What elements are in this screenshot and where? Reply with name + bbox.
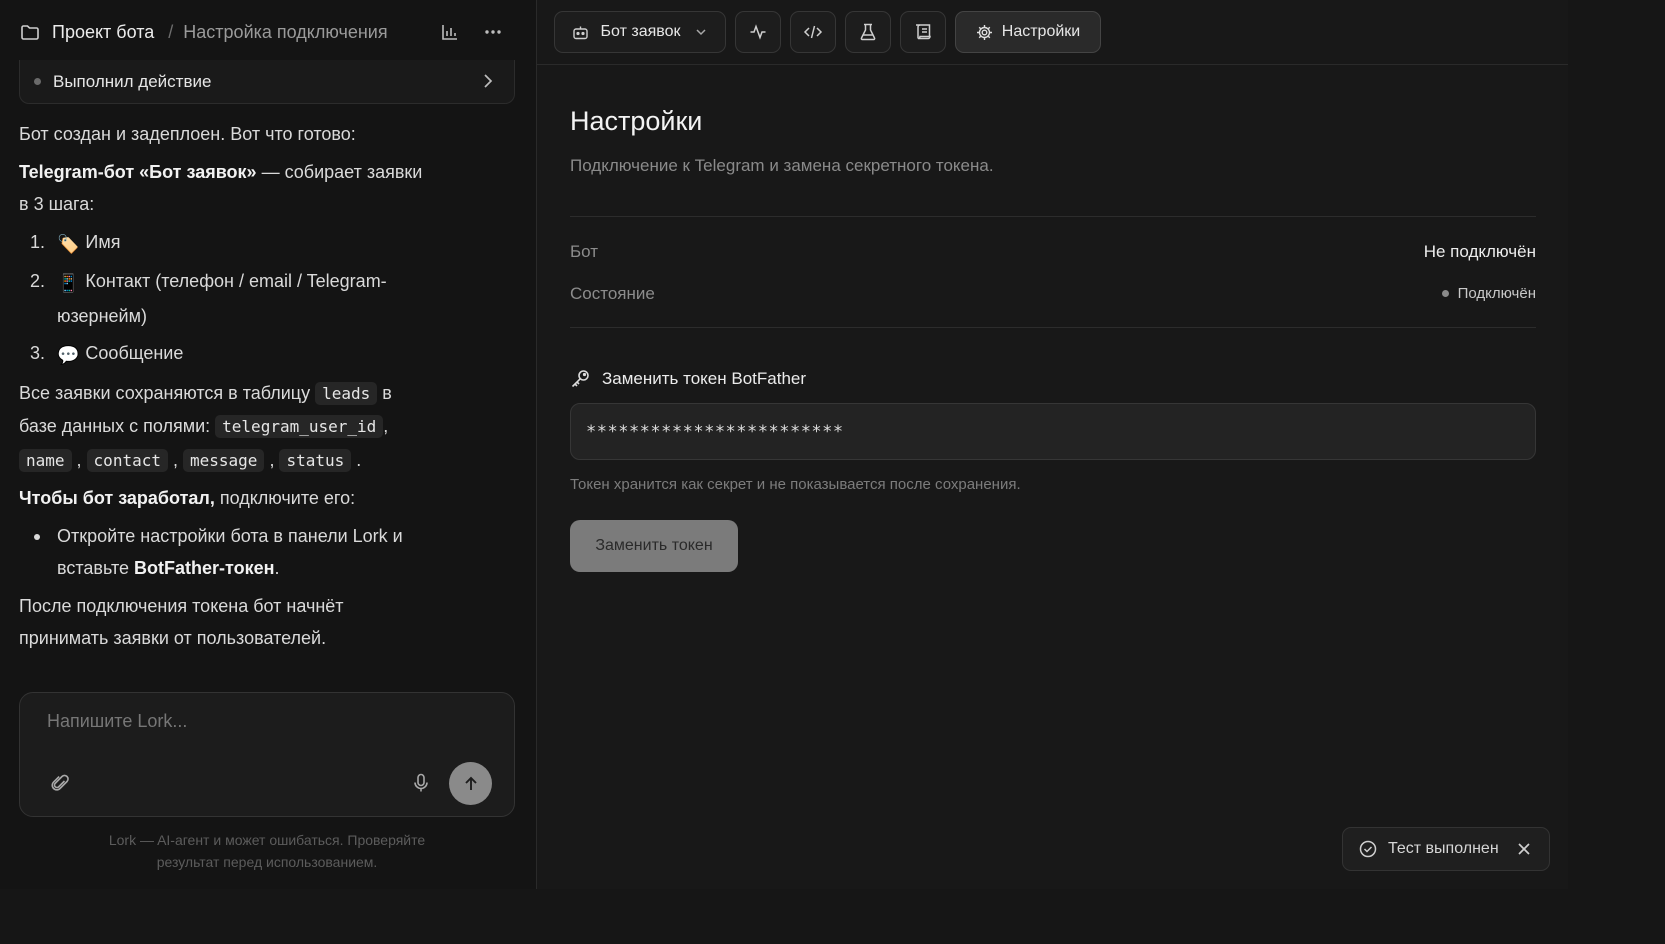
message-storage: Все заявки сохраняются в таблицу leads в… xyxy=(19,381,392,472)
state-row-label: Состояние xyxy=(570,284,655,303)
status-dot xyxy=(1441,290,1449,297)
tab-settings-label: Настройки xyxy=(1001,23,1081,40)
gear-icon xyxy=(976,24,992,40)
settings-panel: Бот заявок Настройки Настройки Подключен… xyxy=(537,0,1568,889)
disclaimer: Lork — AI-агент и может ошибаться. Прове… xyxy=(108,832,426,870)
flask-icon xyxy=(860,23,876,41)
breadcrumb-page[interactable]: Настройка подключения xyxy=(183,22,387,43)
paperclip-icon[interactable] xyxy=(50,773,70,793)
composer-placeholder[interactable]: Напишите Lork... xyxy=(47,711,187,732)
action-card[interactable]: Выполнил действие xyxy=(19,60,515,104)
breadcrumb-separator: / xyxy=(168,21,174,42)
message-connect: Чтобы бот заработал, подключите его: xyxy=(19,488,356,508)
divider xyxy=(570,216,1536,217)
replace-token-button[interactable]: Заменить токен xyxy=(570,520,738,572)
assistant-message: Бот создан и задеплоен. Вот что готово: … xyxy=(19,118,489,655)
list-item: 1. 🏷️ Имя xyxy=(19,226,489,261)
activity-icon xyxy=(750,24,766,40)
token-hint: Токен хранится как секрет и не показывае… xyxy=(570,476,1021,493)
status-text: Подключён xyxy=(1457,285,1536,302)
chat-panel: Проект бота / Настройка подключения Выпо… xyxy=(0,0,537,889)
chevron-right-icon xyxy=(484,74,493,88)
message-bot-desc: Telegram-бот «Бот заявок» — собирает зая… xyxy=(19,161,423,215)
code-field: contact xyxy=(86,448,168,472)
message-intro: Бот создан и задеплоен. Вот что готово: xyxy=(19,124,356,144)
bot-title: Telegram-бот «Бот заявок» xyxy=(19,161,257,182)
scroll-icon xyxy=(916,24,931,40)
toolbar: Бот заявок Настройки xyxy=(537,0,1568,65)
code-field: message xyxy=(183,448,265,472)
divider xyxy=(570,327,1536,328)
bot-select-label: Бот заявок xyxy=(600,23,681,40)
page-subtitle: Подключение к Telegram и замена секретно… xyxy=(570,156,994,175)
toast-text: Тест выполнен xyxy=(1388,840,1499,857)
check-circle-icon xyxy=(1359,840,1377,858)
phone-icon: 📱 xyxy=(57,273,80,293)
key-icon xyxy=(571,370,589,388)
token-section-title: Заменить токен BotFather xyxy=(570,368,806,389)
more-icon[interactable] xyxy=(483,22,503,42)
chart-icon[interactable] xyxy=(440,22,460,42)
token-section-label: Заменить токен BotFather xyxy=(602,368,807,388)
bot-row-value: Не подключён xyxy=(1423,242,1536,261)
toast: Тест выполнен xyxy=(1342,827,1550,871)
bullet xyxy=(34,533,40,540)
action-card-label: Выполнил действие xyxy=(53,71,212,91)
breadcrumb-project[interactable]: Проект бота xyxy=(52,22,154,43)
message-composer[interactable]: Напишите Lork... xyxy=(19,692,515,817)
connect-list: Откройте настройки бота в панели Lork ив… xyxy=(19,520,489,585)
logs-button[interactable] xyxy=(900,11,946,53)
code-button[interactable] xyxy=(790,11,836,53)
steps-list: 1. 🏷️ Имя 2. 📱 Контакт (телефон / email / Te… xyxy=(19,226,489,372)
arrow-up-icon xyxy=(464,776,477,790)
code-table-name: leads xyxy=(315,381,378,405)
chat-header: Проект бота / Настройка подключения xyxy=(0,0,537,64)
speech-bubble-icon: 💬 xyxy=(57,345,80,365)
bot-icon xyxy=(572,26,588,39)
chevron-down-icon xyxy=(696,29,706,36)
tab-settings[interactable]: Настройки xyxy=(955,11,1101,53)
bot-row-label: Бот xyxy=(570,242,599,261)
list-item: Откройте настройки бота в панели Lork ив… xyxy=(19,520,489,585)
list-item: 3. 💬 Сообщение xyxy=(19,337,489,372)
code-field: telegram_user_id xyxy=(215,415,384,438)
page-title: Настройки xyxy=(570,106,703,136)
test-button[interactable] xyxy=(845,11,891,53)
code-field: status xyxy=(279,448,352,472)
microphone-icon[interactable] xyxy=(412,773,430,793)
status-badge: Подключён xyxy=(1441,285,1536,302)
close-icon[interactable] xyxy=(1516,841,1532,857)
activity-button[interactable] xyxy=(735,11,781,53)
folder-icon xyxy=(21,25,39,40)
bot-select[interactable]: Бот заявок xyxy=(554,11,726,53)
list-item: 2. 📱 Контакт (телефон / email / Telegram-ю… xyxy=(19,265,489,332)
send-button[interactable] xyxy=(449,762,492,805)
code-field: name xyxy=(19,448,72,472)
tag-icon: 🏷️ xyxy=(57,233,80,254)
action-status-dot xyxy=(34,78,41,85)
token-input[interactable] xyxy=(570,403,1536,460)
code-icon xyxy=(803,25,823,39)
message-outro: После подключения токена бот начнёт прини… xyxy=(19,595,344,649)
